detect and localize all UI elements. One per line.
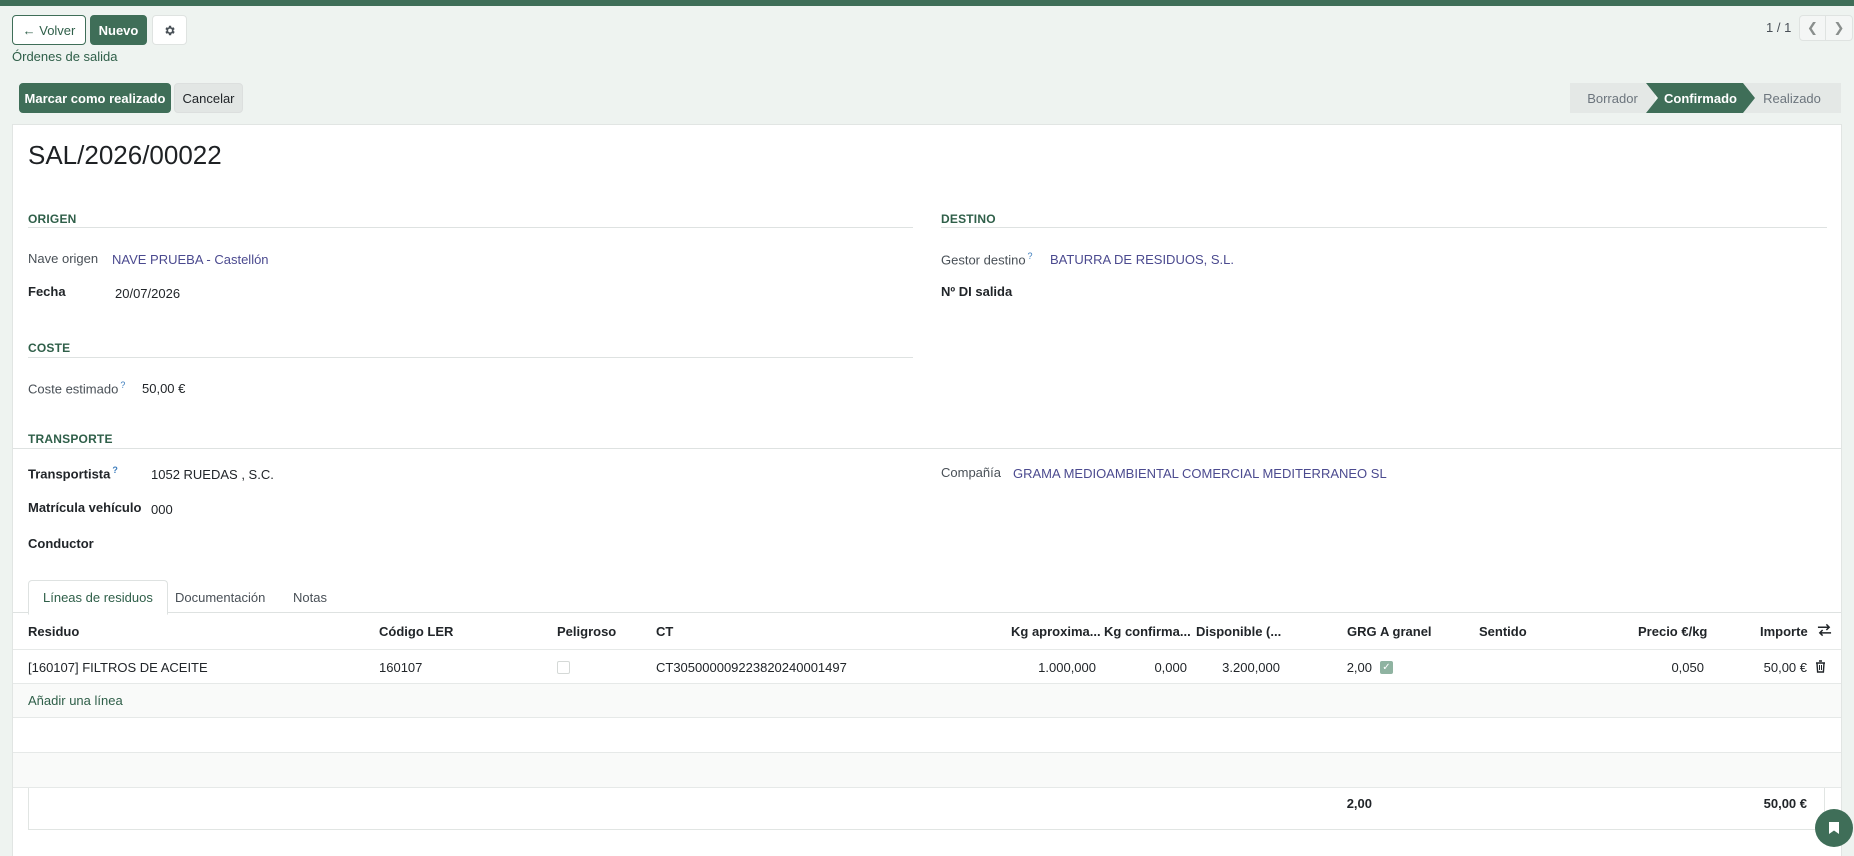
column-header[interactable]: Kg confirma...: [1104, 624, 1191, 639]
column-header[interactable]: Residuo: [28, 624, 79, 639]
mark-done-button[interactable]: Marcar como realizado: [19, 83, 171, 113]
cell-kg-aproximado[interactable]: 1.000,000: [1004, 660, 1096, 675]
gear-icon: [165, 25, 175, 35]
section-separator: [28, 227, 913, 228]
add-line-row: [13, 684, 1841, 717]
total-grg: 2,00: [1346, 796, 1372, 811]
gestor-destino-label: Gestor destino?: [941, 251, 1033, 268]
section-separator: [28, 357, 913, 358]
cell-disponible[interactable]: 3.200,000: [1196, 660, 1280, 675]
fecha-field[interactable]: 20/07/2026: [115, 286, 180, 301]
chat-button[interactable]: [1815, 809, 1853, 847]
gestor-destino-field[interactable]: BATURRA DE RESIDUOS, S.L.: [1050, 252, 1234, 267]
tab-documentacion[interactable]: Documentación: [161, 580, 279, 615]
conductor-label: Conductor: [28, 536, 94, 551]
coste-estimado-field[interactable]: 50,00 €: [142, 381, 185, 396]
column-header[interactable]: Importe: [1760, 624, 1808, 639]
chat-icon: [1829, 822, 1839, 834]
cell-grg[interactable]: 2,00: [1330, 660, 1372, 675]
help-tooltip-icon[interactable]: ?: [1028, 251, 1033, 261]
status-done[interactable]: Realizado: [1743, 83, 1841, 113]
new-button[interactable]: Nuevo: [90, 15, 147, 45]
chevron-left-icon: ❮: [1807, 20, 1818, 35]
column-header[interactable]: Kg aproxima...: [1011, 624, 1101, 639]
column-header[interactable]: Sentido: [1479, 624, 1527, 639]
section-destino: DESTINO: [941, 212, 996, 226]
delete-row-button[interactable]: [1815, 660, 1826, 676]
matricula-label: Matrícula vehículo: [28, 500, 142, 515]
matricula-field[interactable]: 000: [151, 502, 173, 517]
cell-ct[interactable]: CT305000009223820240001497: [656, 660, 847, 675]
trash-icon: [1816, 660, 1825, 673]
nave-origen-label: Nave origen: [28, 251, 99, 266]
empty-row: [13, 718, 1841, 752]
column-header[interactable]: Precio €/kg: [1638, 624, 1707, 639]
column-toggle-button[interactable]: [1817, 623, 1832, 640]
compania-label: Compañía: [941, 465, 1001, 480]
coste-estimado-label: Coste estimado?: [28, 380, 126, 397]
a-granel-checkbox[interactable]: ✓: [1380, 661, 1393, 674]
column-header[interactable]: CT: [656, 624, 673, 639]
cell-importe[interactable]: 50,00 €: [1750, 660, 1807, 675]
peligroso-checkbox[interactable]: [557, 661, 570, 674]
di-salida-label: Nº DI salida: [941, 284, 1013, 299]
chevron-right-icon: ❯: [1833, 20, 1845, 35]
section-transporte: TRANSPORTE: [28, 432, 113, 446]
empty-row: [13, 753, 1841, 787]
column-header[interactable]: Disponible (...: [1196, 624, 1281, 639]
cell-residuo[interactable]: [160107] FILTROS DE ACEITE: [28, 660, 208, 675]
cell-codigo-ler[interactable]: 160107: [379, 660, 422, 675]
column-toggle-icon: [1817, 623, 1832, 637]
nave-origen-field[interactable]: NAVE PRUEBA - Castellón: [112, 252, 269, 267]
tab-lineas-residuos[interactable]: Líneas de residuos: [28, 580, 168, 615]
check-icon: ✓: [1382, 662, 1391, 673]
row-divider: [13, 649, 1841, 650]
cell-kg-confirmado[interactable]: 0,000: [1104, 660, 1187, 675]
pager-next-button[interactable]: ❯: [1826, 15, 1853, 41]
tab-notas[interactable]: Notas: [279, 580, 341, 615]
section-separator: [941, 227, 1827, 228]
help-tooltip-icon[interactable]: ?: [120, 380, 125, 390]
transportista-field[interactable]: 1052 RUEDAS , S.C.: [151, 467, 274, 482]
column-header[interactable]: Peligroso: [557, 624, 616, 639]
compania-field[interactable]: GRAMA MEDIOAMBIENTAL COMERCIAL MEDITERRA…: [1013, 466, 1387, 481]
top-color-bar: [0, 0, 1854, 6]
pager-value[interactable]: 1 / 1: [1766, 20, 1791, 35]
back-button[interactable]: ← Volver: [12, 15, 86, 45]
add-line-button[interactable]: Añadir una línea: [28, 693, 123, 708]
column-header[interactable]: A granel: [1380, 624, 1432, 639]
fecha-label: Fecha: [28, 284, 66, 299]
settings-button[interactable]: [152, 15, 187, 45]
transportista-label: Transportista?: [28, 465, 118, 482]
table-footer: [28, 788, 1825, 830]
section-separator: [13, 448, 1841, 449]
column-header[interactable]: GRG: [1347, 624, 1377, 639]
section-origen: ORIGEN: [28, 212, 77, 226]
cancel-button[interactable]: Cancelar: [174, 83, 243, 113]
breadcrumb[interactable]: Órdenes de salida: [12, 49, 118, 64]
record-name: SAL/2026/00022: [28, 140, 222, 170]
cell-precio[interactable]: 0,050: [1660, 660, 1704, 675]
total-importe: 50,00 €: [1763, 796, 1807, 811]
section-coste: COSTE: [28, 341, 71, 355]
status-confirmed[interactable]: Confirmado: [1646, 83, 1755, 113]
help-tooltip-icon[interactable]: ?: [112, 465, 118, 475]
pager-previous-button[interactable]: ❮: [1799, 15, 1826, 41]
status-draft[interactable]: Borrador: [1570, 83, 1655, 113]
column-header[interactable]: Código LER: [379, 624, 453, 639]
